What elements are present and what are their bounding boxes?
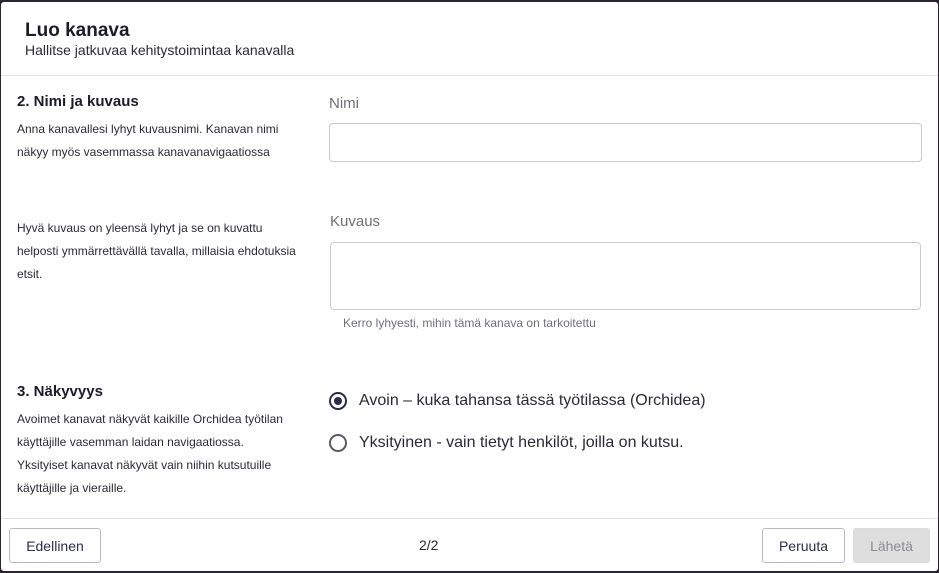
description-help-text: Hyvä kuvaus on yleensä lyhyt ja se on ku…: [17, 221, 296, 281]
section-visibility-heading: 3. Näkyvyys: [17, 383, 103, 400]
radio-checked-icon[interactable]: [329, 392, 347, 410]
dialog-header: Luo kanava Hallitse jatkuvaa kehitystoim…: [1, 2, 938, 76]
radio-unchecked-icon[interactable]: [329, 434, 347, 452]
dialog-subtitle: Hallitse jatkuvaa kehitystoimintaa kanav…: [25, 42, 295, 58]
dialog-footer: Edellinen 2/2 Peruuta Lähetä: [1, 518, 938, 571]
name-help-text: Anna kanavallesi lyhyt kuvausnimi. Kanav…: [17, 122, 279, 159]
cancel-button[interactable]: Peruuta: [762, 528, 845, 563]
submit-button[interactable]: Lähetä: [853, 528, 930, 563]
dialog-title: Luo kanava: [25, 20, 130, 41]
description-helper-text: Kerro lyhyesti, mihin tämä kanava on tar…: [343, 316, 596, 330]
name-label: Nimi: [329, 95, 359, 112]
section-name-heading: 2. Nimi ja kuvaus: [17, 93, 139, 110]
page-indicator: 2/2: [419, 537, 439, 553]
visibility-help-text: Avoimet kanavat näkyvät kaikille Orchide…: [17, 412, 283, 495]
create-channel-dialog: Luo kanava Hallitse jatkuvaa kehitystoim…: [1, 2, 938, 571]
previous-button[interactable]: Edellinen: [9, 528, 101, 563]
visibility-option-label: Yksityinen - vain tietyt henkilöt, joill…: [359, 434, 684, 451]
name-input[interactable]: [329, 123, 922, 162]
description-label: Kuvaus: [330, 213, 381, 230]
description-textarea[interactable]: [330, 242, 921, 310]
visibility-option-label: Avoin – kuka tahansa tässä työtilassa (O…: [359, 392, 706, 409]
visibility-option-public[interactable]: Avoin – kuka tahansa tässä työtilassa (O…: [329, 392, 706, 410]
visibility-option-private[interactable]: Yksityinen - vain tietyt henkilöt, joill…: [329, 434, 684, 452]
